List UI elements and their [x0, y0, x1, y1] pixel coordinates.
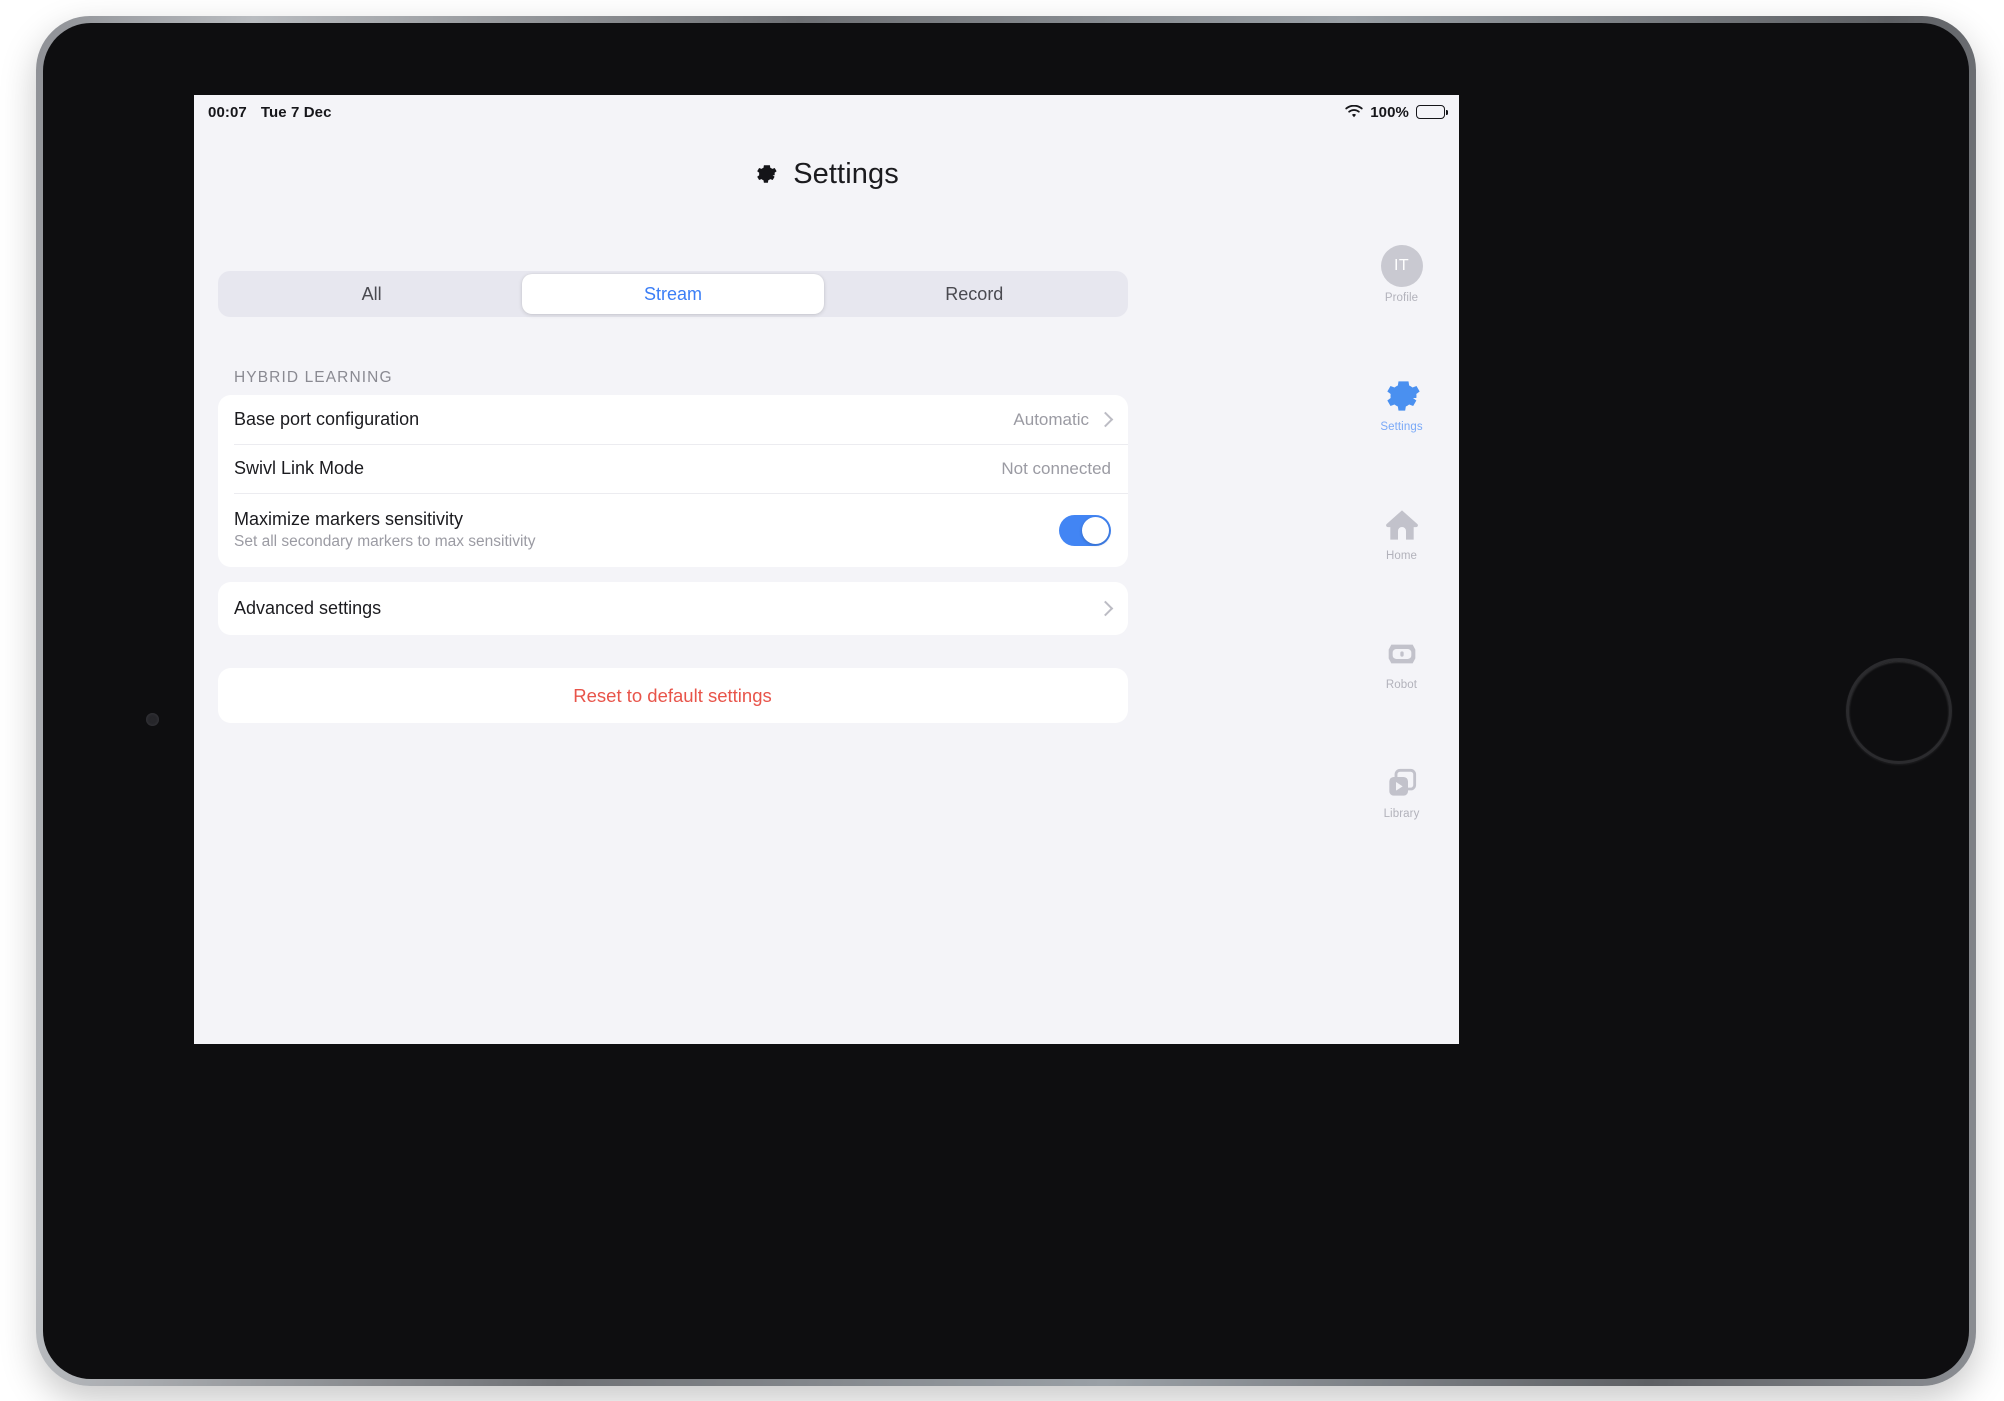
- rail-item-library[interactable]: Library: [1344, 763, 1459, 820]
- chevron-right-icon: [1097, 600, 1114, 617]
- row-title: Base port configuration: [234, 409, 420, 429]
- library-play-icon: [1382, 763, 1422, 803]
- battery-percent-label: 100%: [1370, 103, 1409, 121]
- settings-group-advanced: Advanced settings: [218, 582, 1128, 635]
- row-swivl-link-text: Swivl Link Mode: [234, 458, 364, 479]
- gear-icon: [1382, 376, 1422, 416]
- home-icon: [1382, 505, 1422, 545]
- robot-icon: [1382, 634, 1422, 674]
- toggle-knob: [1082, 516, 1109, 544]
- rail-item-label: Profile: [1384, 292, 1419, 304]
- row-value: Not connected: [1001, 458, 1111, 478]
- chevron-right-icon: [1097, 411, 1114, 428]
- row-advanced-settings[interactable]: Advanced settings: [218, 582, 1128, 635]
- rail-item-label: Robot: [1385, 679, 1418, 691]
- front-camera-icon: [146, 713, 159, 726]
- row-advanced-accessory: [1097, 600, 1114, 617]
- rail-item-robot[interactable]: Robot: [1344, 634, 1459, 691]
- right-nav-rail: IT Profile Settings Home Robot Library: [1344, 245, 1459, 820]
- row-title: Maximize markers sensitivity: [234, 509, 464, 529]
- rail-item-label: Library: [1383, 808, 1420, 820]
- row-maximize-markers-text: Maximize markers sensitivity Set all sec…: [234, 509, 536, 551]
- rail-item-profile[interactable]: IT Profile: [1344, 245, 1459, 304]
- wifi-icon: [1345, 104, 1363, 119]
- row-base-port-accessory: Automatic: [1013, 409, 1114, 430]
- status-time: 00:07: [208, 103, 247, 121]
- status-bar: 00:07 Tue 7 Dec 100%: [194, 95, 1459, 129]
- tab-stream[interactable]: Stream: [522, 274, 824, 314]
- row-subtitle: Set all secondary markers to max sensiti…: [234, 533, 536, 550]
- segmented-control[interactable]: All Stream Record: [218, 271, 1128, 317]
- tablet-device: 00:07 Tue 7 Dec 100% Settings All Stream…: [36, 16, 1976, 1386]
- settings-group-hybrid-learning: Base port configuration Automatic Swivl …: [218, 395, 1128, 567]
- rail-item-label: Home: [1385, 550, 1418, 562]
- page-title: Settings: [793, 157, 899, 190]
- row-base-port-text: Base port configuration: [234, 409, 419, 430]
- rail-item-settings[interactable]: Settings: [1344, 376, 1459, 433]
- status-date: Tue 7 Dec: [260, 103, 332, 121]
- page-header: Settings: [194, 139, 1459, 209]
- reset-card: Reset to default settings: [218, 668, 1128, 723]
- gear-icon: [754, 162, 778, 186]
- reset-to-default-settings-button[interactable]: Reset to default settings: [218, 668, 1128, 723]
- scene: 00:07 Tue 7 Dec 100% Settings All Stream…: [0, 0, 2004, 1401]
- row-maximize-markers-accessory: [1059, 514, 1111, 546]
- row-title: Swivl Link Mode: [234, 458, 365, 478]
- rail-item-home[interactable]: Home: [1344, 505, 1459, 562]
- row-swivl-link-mode[interactable]: Swivl Link Mode Not connected: [218, 444, 1128, 493]
- tablet-bezel: 00:07 Tue 7 Dec 100% Settings All Stream…: [43, 23, 1969, 1379]
- tablet-screen: 00:07 Tue 7 Dec 100% Settings All Stream…: [194, 95, 1459, 1044]
- section-header-hybrid-learning: HYBRID LEARNING: [234, 369, 393, 386]
- status-bar-left: 00:07 Tue 7 Dec: [208, 104, 332, 121]
- status-bar-right: 100%: [1345, 103, 1448, 121]
- avatar: IT: [1380, 245, 1423, 287]
- maximize-markers-toggle[interactable]: [1059, 514, 1111, 546]
- row-title: Advanced settings: [234, 598, 382, 618]
- tab-all[interactable]: All: [221, 274, 522, 314]
- reset-button-label: Reset to default settings: [573, 684, 772, 706]
- row-maximize-markers-sensitivity[interactable]: Maximize markers sensitivity Set all sec…: [218, 493, 1128, 567]
- row-swivl-link-accessory: Not connected: [1001, 459, 1111, 479]
- row-value: Automatic: [1013, 409, 1089, 429]
- battery-full-icon: [1416, 105, 1448, 119]
- home-button[interactable]: [1846, 658, 1952, 764]
- rail-item-label: Settings: [1380, 421, 1423, 433]
- row-base-port-configuration[interactable]: Base port configuration Automatic: [218, 395, 1128, 444]
- tab-record[interactable]: Record: [824, 274, 1125, 314]
- row-advanced-text: Advanced settings: [234, 598, 381, 619]
